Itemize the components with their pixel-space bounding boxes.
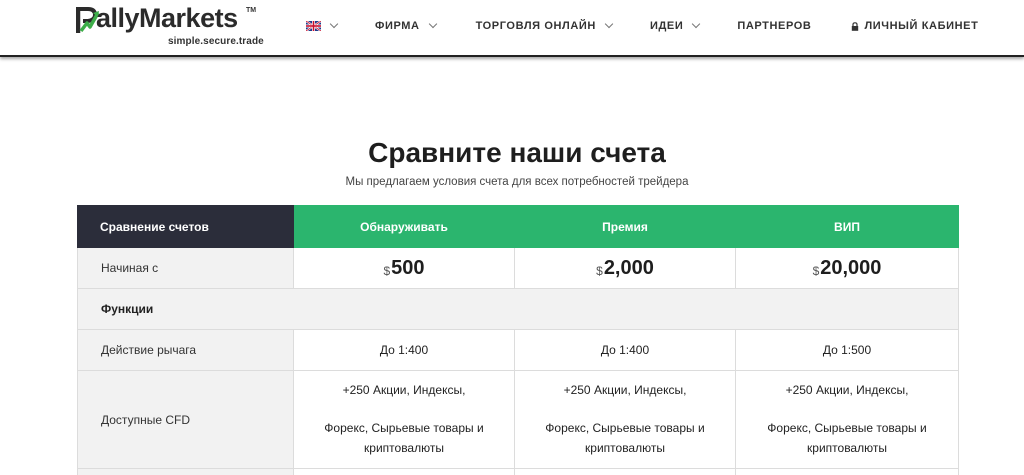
cfd-line: криптовалюты [585, 440, 665, 455]
price-value: 20,000 [820, 256, 882, 279]
page-subtitle: Мы предлагаем условия счета для всех пот… [345, 176, 689, 188]
page-title: Сравните наши счета [368, 137, 666, 168]
logo-trademark: TM [246, 7, 257, 14]
nav-item-label: ТОРГОВЛЯ ОНЛАЙН [475, 20, 596, 32]
rallymarkets-logo[interactable]: allyMarkets TM simple.secure.trade [76, 3, 266, 51]
row-label: Начиная с [77, 247, 294, 289]
account-comparison-table: Сравнение счетов Обнаруживать Премия ВИП… [77, 205, 959, 475]
cfd-cell: +250 Акции, Индексы, Форекс, Сырьевые то… [293, 370, 515, 469]
nav-item-ideas[interactable]: ИДЕИ [649, 19, 701, 32]
currency-symbol: $ [812, 263, 820, 278]
price-value: 500 [391, 256, 425, 279]
section-label: Функции [77, 288, 959, 330]
cfd-line: +250 Акции, Индексы, [785, 382, 909, 397]
nav-item-client-area[interactable]: ЛИЧНЫЙ КАБИНЕТ [851, 20, 978, 32]
table-row-available-cfd: Доступные CFD +250 Акции, Индексы, Форек… [77, 370, 959, 469]
table-header-vip: ВИП [735, 205, 959, 248]
cfd-line: Форекс, Сырьевые товары и [324, 420, 484, 435]
currency-symbol: $ [383, 263, 391, 278]
nav-item-label: ФИРМА [375, 20, 420, 32]
table-row-leverage: Действие рычага До 1:400 До 1:400 До 1:5… [77, 329, 959, 371]
chevron-down-icon [692, 19, 701, 29]
chevron-down-icon [604, 19, 614, 29]
row-label: Доступные CFD [77, 370, 294, 469]
nav-item-label: ЛИЧНЫЙ КАБИНЕТ [864, 20, 979, 32]
cfd-line: +250 Акции, Индексы, [563, 382, 687, 397]
leverage-value: До 1:400 [514, 329, 736, 371]
leverage-value: До 1:400 [293, 329, 515, 371]
nav-item-label: ИДЕИ [649, 20, 684, 32]
table-row-min-deposit: Начиная с $500 $2,000 $20,000 [77, 247, 959, 289]
row-label: Действие рычага [77, 329, 294, 371]
nav-item-online-trading[interactable]: ТОРГОВЛЯ ОНЛАЙН [475, 19, 614, 32]
table-row-partial [77, 468, 959, 475]
nav-item-company[interactable]: ФИРМА [375, 19, 437, 32]
lock-icon [852, 21, 859, 31]
table-header-premium: Премия [514, 205, 736, 248]
chevron-down-icon [428, 19, 437, 29]
chevron-down-icon [329, 19, 339, 29]
nav-item-partners[interactable]: ПАРТНЕРОВ [737, 20, 811, 32]
table-section-row: Функции [77, 288, 959, 330]
logo-tagline: simple.secure.trade [168, 36, 264, 47]
price-value: 2,000 [603, 256, 654, 279]
cfd-line: +250 Акции, Индексы, [342, 382, 466, 397]
cfd-cell: +250 Акции, Индексы, Форекс, Сырьевые то… [735, 370, 959, 469]
main-nav: ФИРМА ТОРГОВЛЯ ОНЛАЙН ИДЕИ ПАРТНЕРОВ ЛИЧ… [300, 0, 978, 52]
price-cell: $500 [293, 247, 515, 289]
cfd-cell: +250 Акции, Индексы, Форекс, Сырьевые то… [514, 370, 736, 469]
nav-item-label: ПАРТНЕРОВ [737, 20, 812, 32]
cfd-line: Форекс, Сырьевые товары и [545, 420, 705, 435]
price-cell: $2,000 [514, 247, 736, 289]
cfd-line: криптовалюты [807, 440, 887, 455]
table-header-discover: Обнаруживать [293, 205, 515, 248]
leverage-value: До 1:500 [735, 329, 959, 371]
logo-wordmark: allyMarkets [96, 3, 238, 33]
cfd-line: Форекс, Сырьевые товары и [767, 420, 927, 435]
currency-symbol: $ [596, 263, 603, 278]
table-header-row: Сравнение счетов Обнаруживать Премия ВИП [77, 205, 959, 248]
cfd-line: криптовалюты [364, 440, 444, 455]
uk-flag-icon [306, 21, 321, 31]
site-header: allyMarkets TM simple.secure.trade ФИРМА… [0, 0, 1024, 57]
table-header-compare: Сравнение счетов [77, 205, 294, 248]
nav-language-selector[interactable] [306, 19, 339, 31]
price-cell: $20,000 [735, 247, 959, 289]
